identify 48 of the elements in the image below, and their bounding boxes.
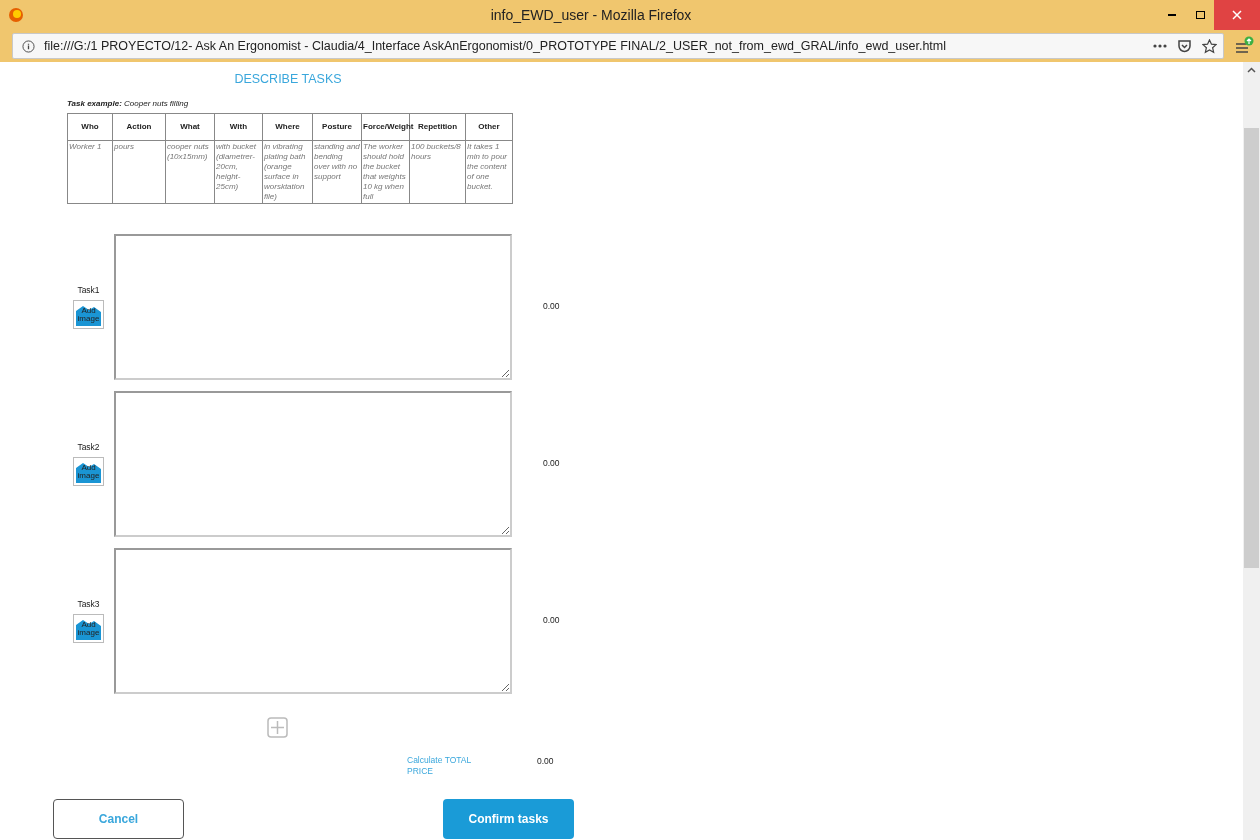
task-label: Task2 <box>77 441 100 455</box>
image-icon <box>76 303 101 327</box>
task-price: 0.00 <box>543 457 560 471</box>
total-price: 0.00 <box>537 754 554 768</box>
task-label: Task3 <box>77 598 100 612</box>
image-icon <box>76 617 101 641</box>
task-description-field[interactable] <box>114 390 512 537</box>
scrollbar[interactable] <box>1243 62 1260 840</box>
confirm-tasks-button[interactable]: Confirm tasks <box>443 798 574 839</box>
add-image-button[interactable]: Add image <box>73 614 104 644</box>
column-header: What <box>165 113 215 141</box>
menu-icon[interactable] <box>1234 36 1254 56</box>
add-image-button[interactable]: Add image <box>73 300 104 330</box>
table-cell: pours <box>112 140 166 204</box>
task-price: 0.00 <box>543 614 560 628</box>
task-price: 0.00 <box>543 300 560 314</box>
star-icon[interactable] <box>1202 38 1217 54</box>
table-cell: Worker 1 <box>67 140 113 204</box>
column-header: Action <box>112 113 166 141</box>
column-header: Where <box>262 113 313 141</box>
task-label: Task1 <box>77 284 100 298</box>
url-text: file:///G:/1 PROYECTO/12- Ask An Ergonomist - Claudia/4_Interface AskAnErgonomist/0_PROTOTYPE FINAL/2_USER_not_from_ewd_GRAL/info_ewd_user.html <box>44 37 948 55</box>
table-cell: with bucket (diametrer-20cm, height-25cm) <box>214 140 263 204</box>
column-header: Who <box>67 113 113 141</box>
column-header: Posture <box>312 113 362 141</box>
table-cell: The worker should hold the bucket that weights 10 kg when full <box>361 140 410 204</box>
calculate-total-link[interactable]: Calculate TOTAL PRICE <box>407 754 537 777</box>
column-header: With <box>214 113 263 141</box>
column-header: Other <box>465 113 513 141</box>
page-heading: DESCRIBE TASKS <box>233 71 343 88</box>
info-icon[interactable] <box>22 39 35 53</box>
cancel-button[interactable]: Cancel <box>53 798 184 839</box>
image-icon <box>76 460 101 484</box>
add-image-button[interactable]: Add image <box>73 457 104 487</box>
task-description-field[interactable] <box>114 547 512 694</box>
example-caption: Task example: Cooper nuts filling <box>67 97 190 110</box>
table-cell: standing and bending over with no support <box>312 140 362 204</box>
scroll-up-icon[interactable] <box>1247 67 1256 73</box>
more-icon[interactable] <box>1153 44 1167 48</box>
table-cell: 100 buckets/8 hours <box>409 140 466 204</box>
task-description-field[interactable] <box>114 233 512 380</box>
table-cell: in vibrating plating bath (orange surface in worsktation file) <box>262 140 313 204</box>
window-title: info_EWD_user - Mozilla Firefox <box>489 5 693 25</box>
address-bar[interactable]: file:///G:/1 PROYECTO/12- Ask An Ergonomist - Claudia/4_Interface AskAnErgonomist/0_PROTOTYPE FINAL/2_USER_not_from_ewd_GRAL/info_ewd_user.html <box>12 33 1224 59</box>
table-cell: It takes 1 min to pour the content of one bucket. <box>465 140 513 204</box>
add-task-icon[interactable] <box>267 716 288 738</box>
table-cell: cooper nuts (10x15mm) <box>165 140 215 204</box>
pocket-icon[interactable] <box>1177 39 1192 53</box>
